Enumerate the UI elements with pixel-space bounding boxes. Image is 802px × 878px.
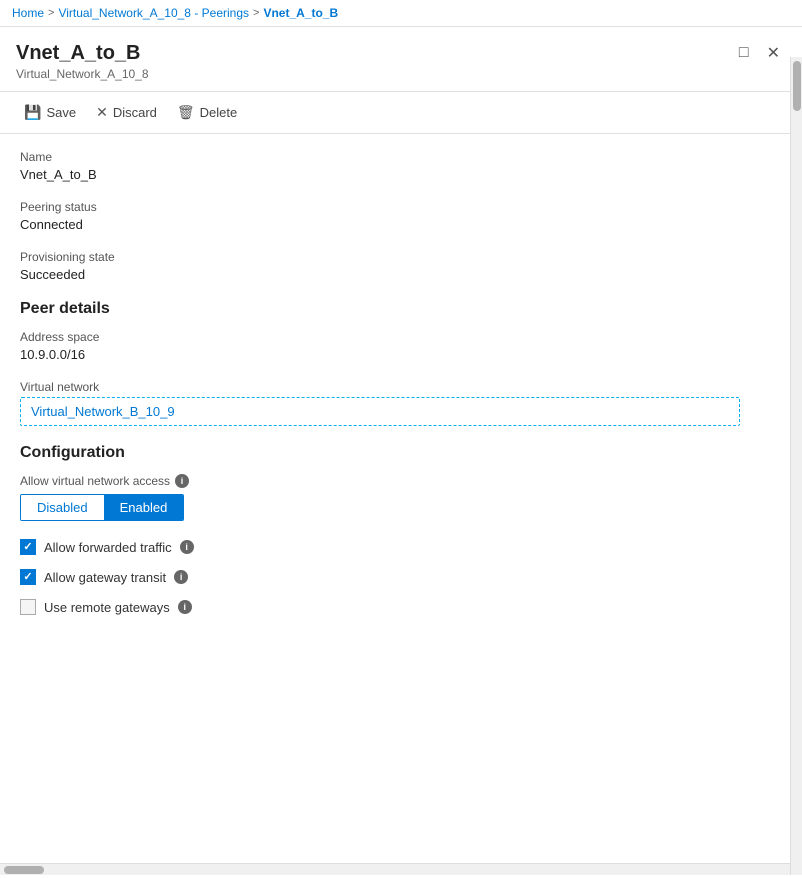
- save-label: Save: [46, 105, 76, 120]
- breadcrumb-home[interactable]: Home: [12, 6, 44, 20]
- enabled-toggle-btn[interactable]: Enabled: [104, 495, 184, 520]
- delete-label: Delete: [200, 105, 238, 120]
- use-remote-info-icon[interactable]: i: [178, 600, 192, 614]
- panel-subtitle: Virtual_Network_A_10_8: [16, 67, 149, 81]
- window-icon: □: [739, 44, 749, 62]
- virtual-network-label: Virtual network: [20, 380, 774, 394]
- discard-button[interactable]: ✕ Discard: [88, 100, 165, 125]
- name-field-group: Name Vnet_A_to_B: [20, 150, 774, 182]
- save-icon: 💾: [24, 104, 41, 121]
- allow-gateway-row: Allow gateway transit i: [20, 569, 774, 585]
- provisioning-state-label: Provisioning state: [20, 250, 774, 264]
- allow-gateway-label: Allow gateway transit: [44, 570, 166, 585]
- peering-status-group: Peering status Connected: [20, 200, 774, 232]
- right-scrollbar-thumb: [793, 61, 801, 111]
- main-panel: Vnet_A_to_B Virtual_Network_A_10_8 □ ✕ 💾…: [0, 27, 802, 875]
- vnet-input-link[interactable]: Virtual_Network_B_10_9: [31, 404, 175, 419]
- provisioning-state-value: Succeeded: [20, 267, 774, 282]
- breadcrumb-peerings[interactable]: Virtual_Network_A_10_8 - Peerings: [58, 6, 249, 20]
- right-scrollbar[interactable]: [790, 57, 802, 875]
- use-remote-label: Use remote gateways: [44, 600, 170, 615]
- address-space-value: 10.9.0.0/16: [20, 347, 774, 362]
- main-content: Name Vnet_A_to_B Peering status Connecte…: [20, 150, 782, 859]
- vnet-input-wrapper[interactable]: Virtual_Network_B_10_9: [20, 397, 740, 426]
- breadcrumb: Home > Virtual_Network_A_10_8 - Peerings…: [0, 0, 802, 27]
- name-value: Vnet_A_to_B: [20, 167, 774, 182]
- delete-icon: 🗑: [177, 104, 195, 121]
- allow-forwarded-info-icon[interactable]: i: [180, 540, 194, 554]
- window-icon-button[interactable]: □: [733, 42, 755, 64]
- save-button[interactable]: 💾 Save: [16, 100, 84, 125]
- name-label: Name: [20, 150, 774, 164]
- discard-label: Discard: [113, 105, 157, 120]
- allow-forwarded-label: Allow forwarded traffic: [44, 540, 172, 555]
- bottom-scrollbar[interactable]: [0, 863, 790, 875]
- delete-button[interactable]: 🗑 Delete: [169, 100, 245, 125]
- peering-status-label: Peering status: [20, 200, 774, 214]
- address-space-group: Address space 10.9.0.0/16: [20, 330, 774, 362]
- breadcrumb-sep-1: >: [48, 7, 54, 19]
- breadcrumb-current: Vnet_A_to_B: [263, 6, 338, 20]
- allow-forwarded-row: Allow forwarded traffic i: [20, 539, 774, 555]
- peer-details-heading: Peer details: [20, 300, 774, 318]
- provisioning-state-group: Provisioning state Succeeded: [20, 250, 774, 282]
- panel-title: Vnet_A_to_B: [16, 41, 149, 65]
- virtual-network-group: Virtual network Virtual_Network_B_10_9: [20, 380, 774, 426]
- allow-gateway-info-icon[interactable]: i: [174, 570, 188, 584]
- address-space-label: Address space: [20, 330, 774, 344]
- disabled-toggle-btn[interactable]: Disabled: [21, 495, 104, 520]
- discard-icon: ✕: [96, 104, 108, 121]
- close-button[interactable]: ✕: [761, 41, 786, 65]
- allow-forwarded-checkbox[interactable]: [20, 539, 36, 555]
- allow-vnet-info-icon[interactable]: i: [175, 474, 189, 488]
- toolbar: 💾 Save ✕ Discard 🗑 Delete: [0, 92, 802, 134]
- panel-header-actions: □ ✕: [733, 41, 786, 65]
- allow-vnet-access-label: Allow virtual network access i: [20, 474, 774, 488]
- close-icon: ✕: [767, 43, 780, 63]
- configuration-heading: Configuration: [20, 444, 774, 462]
- use-remote-checkbox[interactable]: [20, 599, 36, 615]
- vnet-access-toggle-group: Disabled Enabled: [20, 494, 184, 521]
- content-area: Name Vnet_A_to_B Peering status Connecte…: [0, 134, 802, 875]
- allow-vnet-access-group: Allow virtual network access i Disabled …: [20, 474, 774, 521]
- breadcrumb-sep-2: >: [253, 7, 259, 19]
- peering-status-value: Connected: [20, 217, 774, 232]
- allow-gateway-checkbox[interactable]: [20, 569, 36, 585]
- use-remote-row: Use remote gateways i: [20, 599, 774, 615]
- bottom-scrollbar-thumb: [4, 866, 44, 874]
- panel-header: Vnet_A_to_B Virtual_Network_A_10_8 □ ✕: [0, 27, 802, 92]
- panel-title-group: Vnet_A_to_B Virtual_Network_A_10_8: [16, 41, 149, 81]
